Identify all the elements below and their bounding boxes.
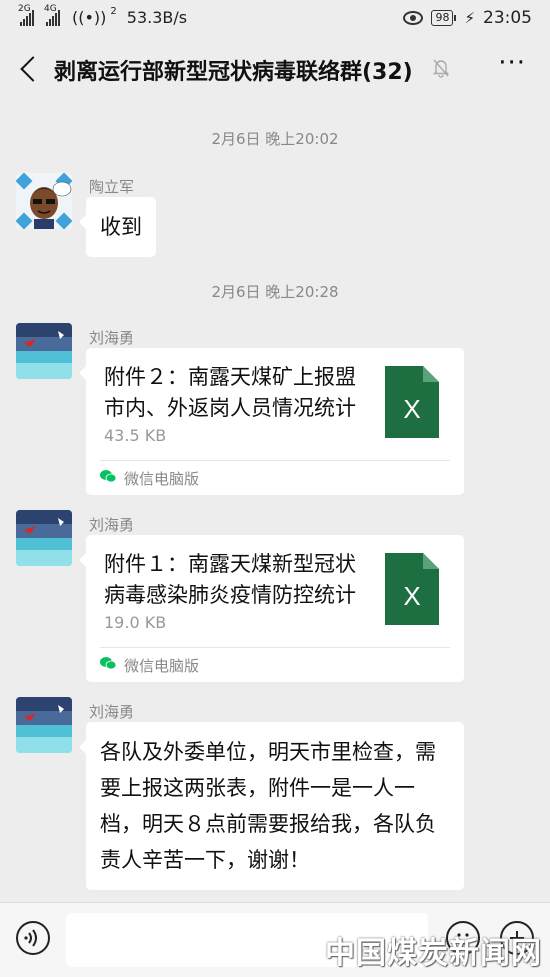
avatar[interactable]: [16, 173, 72, 229]
charging-icon: ⚡: [464, 9, 475, 27]
hotspot-count: 2: [110, 6, 117, 17]
status-left: 2G 4G ((•)) 2 53.3B/s: [18, 4, 188, 28]
file-size: 43.5 KB: [104, 426, 167, 445]
chevron-left-icon[interactable]: [20, 56, 46, 82]
file-size: 19.0 KB: [104, 613, 167, 632]
timestamp: 2月6日 晚上20:28: [211, 283, 339, 301]
timestamp: 2月6日 晚上20:02: [211, 130, 339, 148]
more-icon[interactable]: ···: [498, 48, 526, 78]
status-bar: 2G 4G ((•)) 2 53.3B/s 98 ⚡ 23:05: [0, 0, 550, 38]
avatar[interactable]: [16, 323, 72, 379]
avatar-image: [16, 697, 72, 753]
avatar[interactable]: [16, 510, 72, 566]
network-type-2: 4G: [44, 3, 57, 14]
excel-icon-letter: X: [403, 581, 420, 611]
eye-icon: [403, 11, 424, 25]
chat-header: 剥离运行部新型冠状病毒联络群(32) ···: [0, 38, 550, 104]
message-text: 各队及外委单位，明天市里检查，需要上报这两张表，附件一是一人一档，明天８点前需要…: [100, 740, 436, 872]
message-bubble[interactable]: 收到: [79, 197, 156, 257]
excel-file-icon: X: [385, 553, 439, 625]
message-text: 收到: [100, 215, 142, 239]
signal-icon: 2G: [18, 4, 34, 26]
battery-icon: 98: [431, 10, 457, 26]
network-speed: 53.3B/s: [126, 8, 188, 27]
sender-name: 刘海勇: [89, 516, 135, 534]
voice-icon[interactable]: [16, 921, 50, 955]
message-bubble[interactable]: 各队及外委单位，明天市里检查，需要上报这两张表，附件一是一人一档，明天８点前需要…: [79, 722, 464, 890]
source-label: 微信电脑版: [124, 470, 200, 488]
wechat-icon: [100, 657, 116, 670]
excel-file-icon: X: [385, 366, 439, 438]
sender-name: 刘海勇: [89, 703, 135, 721]
divider: [100, 647, 450, 648]
network-type-1: 2G: [18, 3, 31, 14]
sender-name: 刘海勇: [89, 329, 135, 347]
avatar-image: [16, 173, 72, 229]
avatar-image: [16, 510, 72, 566]
signal-icon: 4G: [44, 4, 60, 26]
avatar-image: [16, 323, 72, 379]
file-name: 附件２：南露天煤矿上报盟市内、外返岗人员情况统计表: [104, 365, 356, 420]
file-card[interactable]: 附件２：南露天煤矿上报盟市内、外返岗人员情况统计表 43.5 KB X 微信电脑…: [79, 348, 464, 495]
status-right: 98 ⚡ 23:05: [403, 8, 532, 28]
watermark: 中国煤炭新闻网: [325, 936, 542, 971]
chat-title: 剥离运行部新型冠状病毒联络群(32): [54, 60, 413, 85]
bell-off-icon: [432, 59, 450, 78]
hotspot-icon: ((•)): [72, 8, 107, 27]
file-card[interactable]: 附件１：南露天煤新型冠状病毒感染肺炎疫情防控统计表 19.0 KB X 微信电脑…: [79, 535, 464, 682]
file-name: 附件１：南露天煤新型冠状病毒感染肺炎疫情防控统计表: [104, 552, 356, 607]
divider: [100, 460, 450, 461]
sender-name: 陶立军: [89, 178, 135, 196]
battery-level: 98: [431, 10, 454, 26]
wechat-icon: [100, 470, 116, 483]
clock: 23:05: [483, 8, 532, 28]
excel-icon-letter: X: [403, 394, 420, 424]
source-label: 微信电脑版: [124, 657, 200, 675]
avatar[interactable]: [16, 697, 72, 753]
